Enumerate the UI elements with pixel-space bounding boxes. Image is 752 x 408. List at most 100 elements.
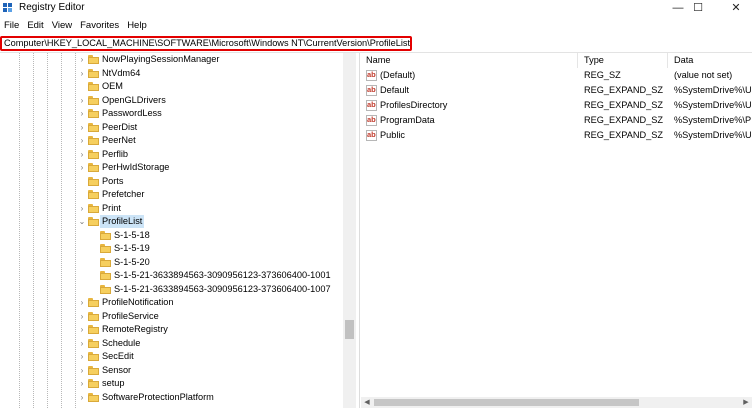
- tree-item[interactable]: › NtVdm64: [0, 67, 340, 80]
- tree-item[interactable]: › SoftwareProtectionPlatform: [0, 391, 340, 404]
- chevron-right-icon[interactable]: [90, 256, 98, 269]
- values-scrollbar-thumb[interactable]: [374, 399, 639, 406]
- chevron-right-icon[interactable]: [90, 229, 98, 242]
- address-path[interactable]: Computer\HKEY_LOCAL_MACHINE\SOFTWARE\Mic…: [4, 38, 410, 49]
- tree-item-label[interactable]: S-1-5-18: [112, 229, 152, 242]
- tree-item-label[interactable]: Print: [100, 202, 123, 215]
- chevron-right-icon[interactable]: ›: [78, 53, 86, 66]
- tree-item-label[interactable]: ProfileList: [100, 215, 145, 228]
- tree-item-label[interactable]: Perflib: [100, 148, 130, 161]
- tree-item-label[interactable]: PasswordLess: [100, 107, 164, 120]
- column-header-type[interactable]: Type: [579, 53, 604, 68]
- value-row[interactable]: ab Public REG_EXPAND_SZ %SystemDrive%\U: [361, 128, 752, 143]
- tree-item[interactable]: S-1-5-20: [0, 256, 340, 269]
- tree-item-label[interactable]: Sensor: [100, 364, 133, 377]
- address-bar[interactable]: Computer\HKEY_LOCAL_MACHINE\SOFTWARE\Mic…: [0, 36, 412, 51]
- tree-item[interactable]: › PeerDist: [0, 121, 340, 134]
- values-horizontal-scrollbar[interactable]: ◀ ▶: [361, 397, 752, 408]
- tree-item[interactable]: › PasswordLess: [0, 107, 340, 120]
- menu-help[interactable]: Help: [123, 18, 151, 34]
- tree-item[interactable]: › OpenGLDrivers: [0, 94, 340, 107]
- chevron-right-icon[interactable]: ›: [78, 310, 86, 323]
- tree-item[interactable]: › RemoteRegistry: [0, 323, 340, 336]
- chevron-right-icon[interactable]: [78, 175, 86, 188]
- menu-edit[interactable]: Edit: [23, 18, 47, 34]
- chevron-right-icon[interactable]: ›: [78, 296, 86, 309]
- tree-item[interactable]: › Schedule: [0, 337, 340, 350]
- tree-item[interactable]: › PeerNet: [0, 134, 340, 147]
- tree-item-label[interactable]: S-1-5-21-3633894563-3090956123-373606400…: [112, 269, 333, 282]
- tree-vertical-scrollbar[interactable]: [343, 53, 356, 408]
- tree-item[interactable]: Ports: [0, 175, 340, 188]
- tree-item[interactable]: › SecEdit: [0, 350, 340, 363]
- tree-item-label[interactable]: Schedule: [100, 337, 142, 350]
- tree-item[interactable]: ⌄ ProfileList: [0, 215, 340, 228]
- tree-item-label[interactable]: SoftwareProtectionPlatform: [100, 391, 216, 404]
- tree-item-label[interactable]: PerHwIdStorage: [100, 161, 171, 174]
- chevron-right-icon[interactable]: ›: [78, 391, 86, 404]
- chevron-right-icon[interactable]: [78, 188, 86, 201]
- tree-item-label[interactable]: NowPlayingSessionManager: [100, 53, 221, 66]
- value-row[interactable]: ab ProfilesDirectory REG_EXPAND_SZ %SystemD…: [361, 98, 752, 113]
- value-row[interactable]: ab ProgramData REG_EXPAND_SZ %SystemDrive%\…: [361, 113, 752, 128]
- tree-item-label[interactable]: S-1-5-20: [112, 256, 152, 269]
- registry-key-tree[interactable]: › NowPlayingSessionManager › NtVdm64 OEM › Ope…: [0, 53, 356, 408]
- chevron-right-icon[interactable]: ›: [78, 148, 86, 161]
- value-row[interactable]: ab Default REG_EXPAND_SZ %SystemDrive%\U: [361, 83, 752, 98]
- tree-item-label[interactable]: RemoteRegistry: [100, 323, 170, 336]
- tree-item[interactable]: › NowPlayingSessionManager: [0, 53, 340, 66]
- close-button[interactable]: ✕: [719, 0, 752, 17]
- tree-item-label[interactable]: S-1-5-19: [112, 242, 152, 255]
- chevron-right-icon[interactable]: ›: [78, 323, 86, 336]
- tree-item-label[interactable]: OpenGLDrivers: [100, 94, 168, 107]
- tree-item[interactable]: › setup: [0, 377, 340, 390]
- chevron-right-icon[interactable]: ›: [78, 364, 86, 377]
- registry-values-list[interactable]: Name Type Data ab (Default) REG_SZ (value n…: [361, 53, 752, 408]
- chevron-right-icon[interactable]: ›: [78, 202, 86, 215]
- tree-item[interactable]: › PerHwIdStorage: [0, 161, 340, 174]
- column-header-data[interactable]: Data: [669, 53, 693, 68]
- tree-scrollbar-thumb[interactable]: [345, 320, 354, 339]
- chevron-right-icon[interactable]: ›: [78, 377, 86, 390]
- chevron-right-icon[interactable]: [90, 242, 98, 255]
- tree-item-label[interactable]: NtVdm64: [100, 67, 142, 80]
- chevron-right-icon[interactable]: [90, 269, 98, 282]
- tree-item-label[interactable]: S-1-5-21-3633894563-3090956123-373606400…: [112, 283, 333, 296]
- tree-item[interactable]: S-1-5-18: [0, 229, 340, 242]
- tree-item-label[interactable]: Ports: [100, 175, 125, 188]
- chevron-right-icon[interactable]: ›: [78, 350, 86, 363]
- column-separator[interactable]: [667, 53, 668, 68]
- tree-item-label[interactable]: setup: [100, 377, 126, 390]
- chevron-right-icon[interactable]: ›: [78, 107, 86, 120]
- chevron-right-icon[interactable]: ›: [78, 121, 86, 134]
- scroll-left-arrow-icon[interactable]: ◀: [362, 397, 372, 408]
- tree-item[interactable]: S-1-5-19: [0, 242, 340, 255]
- tree-item-label[interactable]: PeerDist: [100, 121, 139, 134]
- column-header-name[interactable]: Name: [361, 53, 391, 68]
- tree-item[interactable]: › Perflib: [0, 148, 340, 161]
- chevron-right-icon[interactable]: ›: [78, 134, 86, 147]
- tree-item[interactable]: › Print: [0, 202, 340, 215]
- menu-view[interactable]: View: [48, 18, 76, 34]
- pane-splitter[interactable]: [359, 53, 360, 408]
- chevron-right-icon[interactable]: ›: [78, 67, 86, 80]
- chevron-right-icon[interactable]: [78, 80, 86, 93]
- tree-item-label[interactable]: Prefetcher: [100, 188, 146, 201]
- tree-item[interactable]: S-1-5-21-3633894563-3090956123-373606400…: [0, 269, 340, 282]
- menu-file[interactable]: File: [0, 18, 23, 34]
- tree-item[interactable]: OEM: [0, 80, 340, 93]
- menu-favorites[interactable]: Favorites: [76, 18, 123, 34]
- tree-item[interactable]: › ProfileService: [0, 310, 340, 323]
- value-row[interactable]: ab (Default) REG_SZ (value not set): [361, 68, 752, 83]
- chevron-right-icon[interactable]: ›: [78, 337, 86, 350]
- tree-item-label[interactable]: ProfileService: [100, 310, 161, 323]
- tree-item[interactable]: S-1-5-21-3633894563-3090956123-373606400…: [0, 283, 340, 296]
- maximize-button[interactable]: ☐: [681, 0, 715, 17]
- tree-item-label[interactable]: OEM: [100, 80, 125, 93]
- chevron-down-icon[interactable]: ⌄: [78, 215, 86, 228]
- tree-item[interactable]: › Sensor: [0, 364, 340, 377]
- column-separator[interactable]: [577, 53, 578, 68]
- chevron-right-icon[interactable]: ›: [78, 94, 86, 107]
- tree-item-label[interactable]: ProfileNotification: [100, 296, 176, 309]
- tree-item[interactable]: › ProfileNotification: [0, 296, 340, 309]
